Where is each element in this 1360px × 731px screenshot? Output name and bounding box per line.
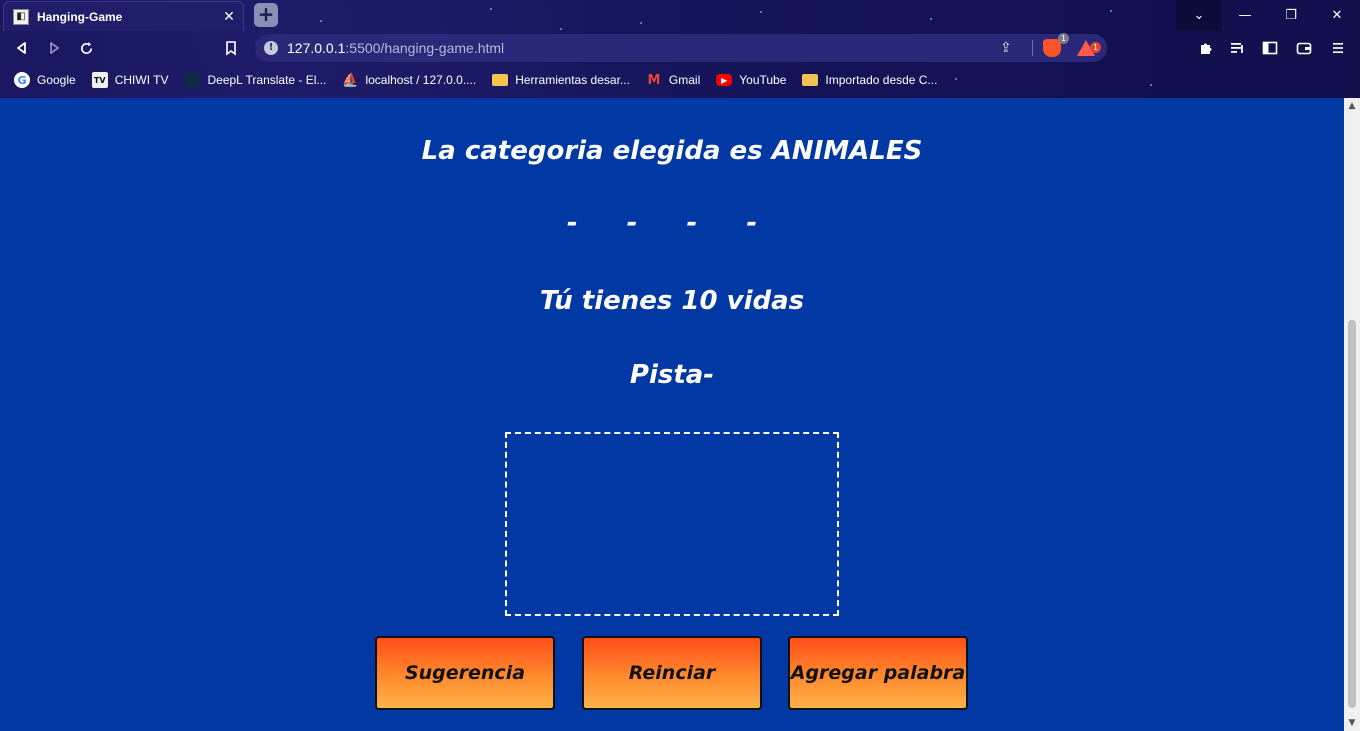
sidebar-icon[interactable] xyxy=(1259,37,1281,59)
bookmark-label: YouTube xyxy=(739,73,787,87)
menu-hamburger-icon[interactable] xyxy=(1327,37,1349,59)
url-path: :5500/hanging-game.html xyxy=(345,40,505,56)
new-tab-button[interactable]: + xyxy=(254,3,278,27)
browser-chrome: ◧ Hanging-Game ✕ + ⌄ — ❐ ✕ ! 127.0.0.1:5… xyxy=(0,0,1360,98)
tab-hanging-game[interactable]: ◧ Hanging-Game ✕ xyxy=(3,1,244,31)
address-separator xyxy=(1032,40,1033,56)
rewards-count-badge: 1 xyxy=(1090,42,1101,53)
folder-icon xyxy=(492,72,509,88)
restore-window-button[interactable]: ❐ xyxy=(1268,0,1314,31)
folder-icon xyxy=(802,72,819,88)
lives-counter: Tú tienes 10 vidas xyxy=(539,286,805,316)
hint-text: Pista- xyxy=(629,360,715,390)
hangman-drawing-area xyxy=(505,432,839,616)
page-favicon-icon: ◧ xyxy=(13,8,29,25)
bookmark-deepl[interactable]: DeepL Translate - El... xyxy=(184,72,326,88)
bookmark-label: Google xyxy=(37,73,76,87)
bookmark-localhost[interactable]: ⛵ localhost / 127.0.0.... xyxy=(342,72,476,88)
add-word-button[interactable]: Agregar palabra xyxy=(788,636,968,710)
bookmark-chiwi-tv[interactable]: TV CHIWI TV xyxy=(91,72,169,88)
brave-shields-icon[interactable]: 1 xyxy=(1043,33,1069,57)
gmail-icon: M xyxy=(647,72,661,88)
back-icon[interactable] xyxy=(11,37,33,59)
brave-rewards-icon[interactable]: 1 xyxy=(1077,40,1101,56)
page-scrollbar[interactable]: ▲ ▼ xyxy=(1344,98,1360,731)
game-page: La categoria elegida es ANIMALES - - - -… xyxy=(0,98,1344,731)
hint-button[interactable]: Sugerencia xyxy=(375,636,555,710)
bookmark-label: Gmail xyxy=(668,73,701,87)
google-icon: G xyxy=(14,72,30,88)
minimize-window-button[interactable]: — xyxy=(1222,0,1268,31)
playlist-icon[interactable] xyxy=(1227,37,1249,59)
tab-search-dropdown-icon[interactable]: ⌄ xyxy=(1176,0,1222,31)
restart-button[interactable]: Reinciar xyxy=(582,636,762,710)
wallet-icon[interactable] xyxy=(1293,37,1315,59)
site-info-icon[interactable]: ! xyxy=(264,41,278,55)
bookmark-icon[interactable] xyxy=(220,37,242,59)
bookmark-folder-importado[interactable]: Importado desde C... xyxy=(802,72,937,88)
bookmark-folder-herramientas[interactable]: Herramientas desar... xyxy=(492,72,630,88)
extensions-puzzle-icon[interactable] xyxy=(1195,37,1217,59)
tv-icon: TV xyxy=(91,72,108,88)
scroll-up-arrow-icon[interactable]: ▲ xyxy=(1344,98,1360,114)
bookmarks-bar: G Google TV CHIWI TV DeepL Translate - E… xyxy=(0,66,1360,94)
close-window-button[interactable]: ✕ xyxy=(1314,0,1360,31)
phpmyadmin-icon: ⛵ xyxy=(342,72,359,88)
scroll-down-arrow-icon[interactable]: ▼ xyxy=(1344,715,1360,731)
youtube-icon: ▶ xyxy=(716,74,733,86)
forward-icon[interactable] xyxy=(43,37,65,59)
bookmark-label: Herramientas desar... xyxy=(515,73,630,87)
bookmark-label: Importado desde C... xyxy=(825,73,938,87)
bookmark-label: CHIWI TV xyxy=(114,73,169,87)
shields-count-badge: 1 xyxy=(1058,33,1069,44)
browser-toolbar: ! 127.0.0.1:5500/hanging-game.html ⇪ 1 1 xyxy=(0,31,1360,66)
category-heading: La categoria elegida es ANIMALES xyxy=(421,136,923,166)
tab-close-icon[interactable]: ✕ xyxy=(221,9,237,25)
reload-icon[interactable] xyxy=(75,37,97,59)
tab-bar: ◧ Hanging-Game ✕ + ⌄ — ❐ ✕ xyxy=(0,0,1360,31)
deepl-icon xyxy=(184,72,201,88)
bookmark-label: DeepL Translate - El... xyxy=(207,73,327,87)
url-host: 127.0.0.1 xyxy=(287,40,346,56)
bookmark-google[interactable]: G Google xyxy=(14,72,76,88)
share-icon[interactable]: ⇪ xyxy=(1000,40,1020,56)
tab-title: Hanging-Game xyxy=(37,9,123,24)
address-bar[interactable]: ! 127.0.0.1:5500/hanging-game.html ⇪ 1 1 xyxy=(255,33,1107,62)
bookmark-youtube[interactable]: ▶ YouTube xyxy=(716,73,786,87)
hidden-word-mask: - - - - xyxy=(566,208,778,238)
scroll-thumb[interactable] xyxy=(1348,320,1356,708)
bookmark-label: localhost / 127.0.0.... xyxy=(365,73,477,87)
url-text[interactable]: 127.0.0.1:5500/hanging-game.html xyxy=(287,40,1000,56)
bookmark-gmail[interactable]: M Gmail xyxy=(646,72,700,88)
